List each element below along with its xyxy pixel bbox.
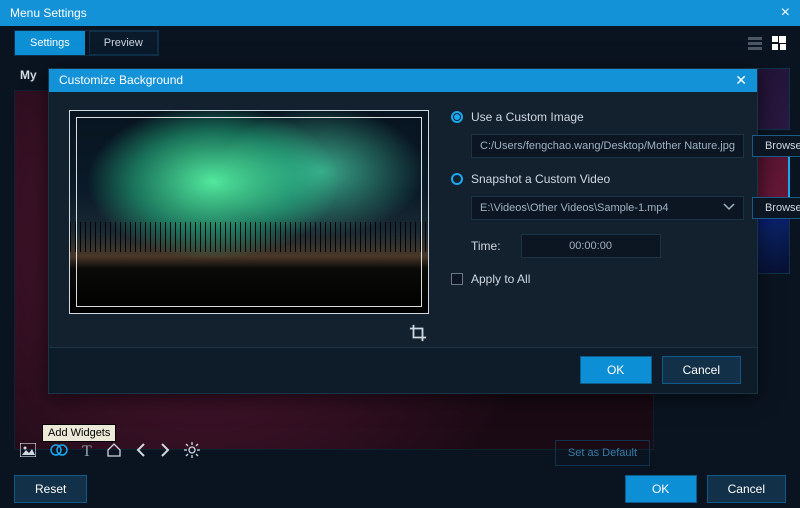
window-titlebar: Menu Settings ×	[0, 0, 800, 26]
browse-image-button[interactable]: Browse	[752, 135, 800, 157]
image-path-input[interactable]: C:/Users/fengchao.wang/Desktop/Mother Na…	[471, 134, 744, 158]
snapshot-video-label: Snapshot a Custom Video	[471, 172, 610, 186]
window-title: Menu Settings	[10, 6, 87, 20]
tab-preview[interactable]: Preview	[89, 31, 158, 55]
browse-video-button[interactable]: Browse	[752, 197, 800, 219]
video-path-value: E:\Videos\Other Videos\Sample-1.mp4	[480, 202, 669, 214]
gear-icon[interactable]	[184, 442, 200, 463]
customize-background-dialog: Customize Background ✕ Use a Custom Imag…	[48, 68, 758, 394]
background-preview[interactable]	[69, 110, 429, 314]
dialog-footer: OK Cancel	[49, 347, 757, 393]
add-widgets-icon[interactable]	[50, 442, 68, 463]
tab-group: Settings Preview	[14, 30, 159, 56]
tab-settings[interactable]: Settings	[15, 31, 85, 55]
my-templates-label: My	[20, 68, 37, 82]
set-as-default-button[interactable]: Set as Default	[555, 440, 650, 466]
chevron-down-icon	[723, 202, 735, 214]
add-widgets-tooltip: Add Widgets	[42, 424, 116, 442]
radio-icon	[451, 111, 463, 123]
list-view-icon[interactable]	[748, 36, 762, 50]
time-input[interactable]: 00:00:00	[521, 234, 661, 258]
home-icon[interactable]	[106, 443, 122, 462]
footer: Reset OK Cancel	[0, 470, 800, 508]
prev-icon[interactable]	[136, 443, 146, 462]
dialog-ok-button[interactable]: OK	[580, 356, 652, 384]
radio-icon	[451, 173, 463, 185]
ok-button[interactable]: OK	[625, 475, 697, 503]
checkbox-icon	[451, 273, 463, 285]
reset-button[interactable]: Reset	[14, 475, 87, 503]
use-custom-image-radio[interactable]: Use a Custom Image	[451, 110, 800, 124]
use-custom-image-label: Use a Custom Image	[471, 110, 584, 124]
apply-to-all-label: Apply to All	[471, 272, 530, 286]
apply-to-all-checkbox[interactable]: Apply to All	[451, 272, 800, 286]
text-icon[interactable]: T	[82, 443, 92, 461]
video-path-select[interactable]: E:\Videos\Other Videos\Sample-1.mp4	[471, 196, 744, 220]
toolbar: Settings Preview	[0, 26, 800, 60]
cancel-button[interactable]: Cancel	[707, 475, 786, 503]
dialog-titlebar: Customize Background ✕	[49, 69, 757, 92]
close-icon[interactable]: ×	[781, 4, 790, 22]
image-icon[interactable]	[20, 443, 36, 462]
snapshot-video-radio[interactable]: Snapshot a Custom Video	[451, 172, 800, 186]
view-mode-icons	[748, 36, 786, 50]
dialog-cancel-button[interactable]: Cancel	[662, 356, 741, 384]
time-label: Time:	[471, 239, 501, 253]
crop-icon[interactable]	[409, 329, 427, 346]
grid-view-icon[interactable]	[772, 36, 786, 50]
next-icon[interactable]	[160, 443, 170, 462]
dialog-close-icon[interactable]: ✕	[735, 72, 747, 89]
dialog-title: Customize Background	[59, 73, 183, 87]
